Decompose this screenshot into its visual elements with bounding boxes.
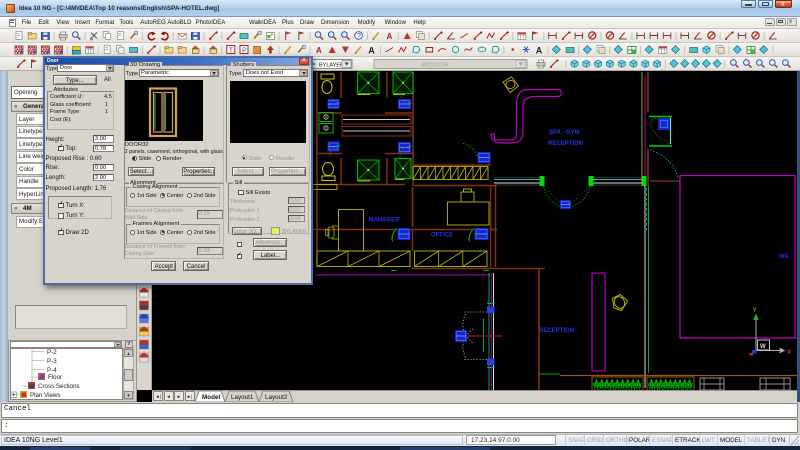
svg-text:A: A — [387, 32, 393, 41]
svg-text:?: ? — [357, 33, 361, 40]
svg-text:Plan Views: Plan Views — [30, 392, 61, 399]
svg-text:X: X — [787, 349, 792, 356]
svg-text:A: A — [536, 45, 543, 55]
svg-text:A: A — [368, 45, 375, 55]
svg-text:A: A — [316, 46, 322, 55]
svg-text:Model: Model — [202, 394, 220, 401]
svg-text:P-4: P-4 — [47, 367, 57, 374]
svg-text:Layout1: Layout1 — [231, 394, 254, 401]
svg-text:MANAGER: MANAGER — [369, 218, 401, 224]
svg-text:P-3: P-3 — [47, 358, 57, 365]
svg-text:Y: Y — [753, 307, 758, 314]
svg-text:OFFICE: OFFICE — [431, 233, 453, 239]
svg-text:P: P — [242, 47, 247, 54]
svg-text:BYCOLOR: BYCOLOR — [422, 62, 449, 68]
svg-text:BYLAYER: BYLAYER — [319, 62, 344, 68]
svg-text:Floor: Floor — [48, 374, 62, 381]
svg-text:T: T — [229, 47, 234, 54]
svg-text:RECEPTION: RECEPTION — [548, 141, 583, 147]
svg-text:Layout2: Layout2 — [265, 394, 288, 401]
svg-text:P-2: P-2 — [47, 349, 57, 356]
svg-text:WA: WA — [779, 254, 789, 260]
svg-text:RECEPTION: RECEPTION — [539, 328, 574, 334]
svg-text:Cross Sections: Cross Sections — [38, 383, 80, 390]
svg-text:SPA - GYM: SPA - GYM — [549, 130, 580, 136]
svg-text:W: W — [760, 344, 766, 350]
